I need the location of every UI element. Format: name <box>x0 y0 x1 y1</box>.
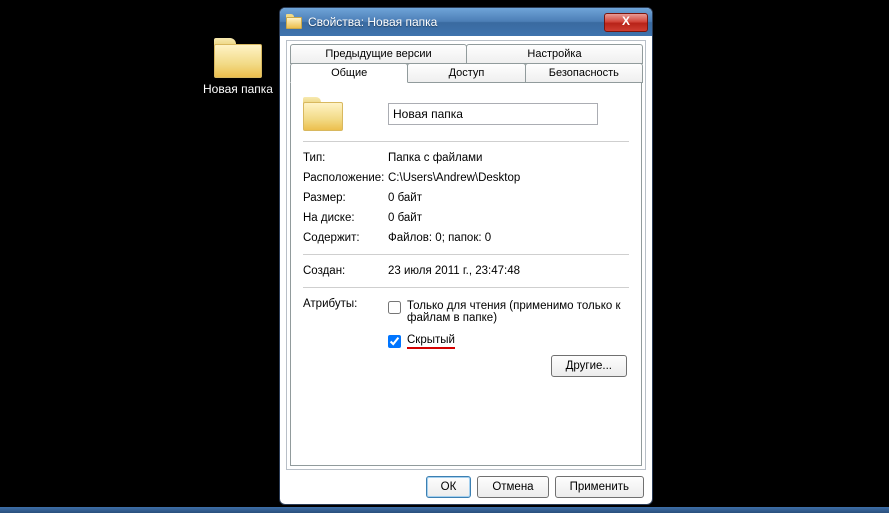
dialog-panel: Предыдущие версии Настройка Общие Доступ… <box>286 40 646 470</box>
readonly-checkbox[interactable] <box>388 301 401 314</box>
label-contains: Содержит: <box>303 232 388 244</box>
dialog-button-row: ОК Отмена Применить <box>286 470 646 498</box>
taskbar <box>0 507 889 513</box>
value-type: Папка с файлами <box>388 152 629 164</box>
tab-sheet-general: Тип:Папка с файлами Расположение:C:\User… <box>290 82 642 466</box>
label-on-disk: На диске: <box>303 212 388 224</box>
other-attributes-button[interactable]: Другие... <box>551 355 627 377</box>
label-size: Размер: <box>303 192 388 204</box>
tab-row-lower: Общие Доступ Безопасность <box>290 63 642 83</box>
tab-customize[interactable]: Настройка <box>466 44 643 64</box>
desktop-folder-icon[interactable]: Новая папка <box>202 38 274 96</box>
hidden-label: Скрытый <box>407 334 455 349</box>
tab-previous-versions[interactable]: Предыдущие версии <box>290 44 467 64</box>
properties-window: Свойства: Новая папка X Предыдущие верси… <box>279 7 653 505</box>
apply-button[interactable]: Применить <box>555 476 644 498</box>
desktop-folder-label: Новая папка <box>202 82 274 96</box>
titlebar[interactable]: Свойства: Новая папка X <box>280 8 652 36</box>
folder-icon <box>214 38 262 78</box>
tab-sharing[interactable]: Доступ <box>407 63 525 83</box>
window-title: Свойства: Новая папка <box>308 15 604 29</box>
value-created: 23 июля 2011 г., 23:47:48 <box>388 265 629 277</box>
label-attributes: Атрибуты: <box>303 298 388 377</box>
label-type: Тип: <box>303 152 388 164</box>
tab-security[interactable]: Безопасность <box>525 63 643 83</box>
ok-button[interactable]: ОК <box>426 476 472 498</box>
titlebar-folder-icon <box>286 14 302 30</box>
sheet-folder-icon <box>303 97 343 131</box>
tab-row-upper: Предыдущие версии Настройка <box>290 44 642 64</box>
tab-general[interactable]: Общие <box>290 63 408 83</box>
value-on-disk: 0 байт <box>388 212 629 224</box>
label-location: Расположение: <box>303 172 388 184</box>
close-button[interactable]: X <box>604 13 648 32</box>
value-contains: Файлов: 0; папок: 0 <box>388 232 629 244</box>
cancel-button[interactable]: Отмена <box>477 476 548 498</box>
value-location: C:\Users\Andrew\Desktop <box>388 172 629 184</box>
hidden-checkbox[interactable] <box>388 335 401 348</box>
label-created: Создан: <box>303 265 388 277</box>
value-size: 0 байт <box>388 192 629 204</box>
folder-name-input[interactable] <box>388 103 598 125</box>
readonly-label: Только для чтения (применимо только к фа… <box>407 300 629 324</box>
